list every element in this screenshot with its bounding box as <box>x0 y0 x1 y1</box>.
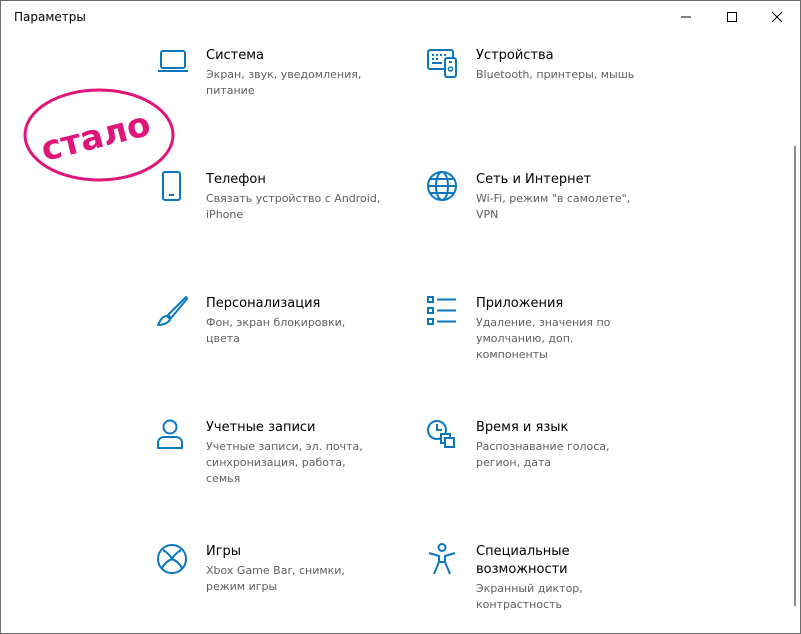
category-title: Система <box>206 48 265 63</box>
category-description: Учетные записи, эл. почта, синхронизация… <box>206 440 363 485</box>
category-description: Распознавание голоса, регион, дата <box>476 440 610 469</box>
category-title: Время и язык <box>476 420 569 435</box>
category-description: Экран, звук, уведомления, питание <box>206 68 362 97</box>
keyboard-devices-icon <box>427 49 457 78</box>
category-description: Xbox Game Bar, снимки, режим игры <box>206 564 345 593</box>
category-title: Телефон <box>206 172 266 187</box>
category-title: Сеть и Интернет <box>476 172 592 187</box>
category-time-language[interactable]: Время и язык Распознавание голоса, регио… <box>426 419 676 519</box>
minimize-button[interactable] <box>663 1 709 33</box>
category-phone[interactable]: Телефон Связать устройство с Android, iP… <box>156 171 406 271</box>
category-accounts[interactable]: Учетные записи Учетные записи, эл. почта… <box>156 419 406 519</box>
category-network[interactable]: Сеть и Интернет Wi-Fi, режим "в самолете… <box>426 171 676 271</box>
category-description: Фон, экран блокировки, цвета <box>206 316 346 345</box>
close-button[interactable] <box>754 1 800 33</box>
category-accessibility[interactable]: Специальные возможности Экранный диктор,… <box>426 543 676 633</box>
maximize-button[interactable] <box>709 1 755 33</box>
category-description: Удаление, значения по умолчанию, доп. ко… <box>476 316 611 361</box>
category-title: Приложения <box>476 296 564 311</box>
stamp-text: стало <box>37 104 154 170</box>
category-title: Игры <box>206 544 242 559</box>
settings-window: Параметры Система Экран, звук, уведомлен… <box>0 0 801 634</box>
category-apps[interactable]: Приложения Удаление, значения по умолчан… <box>426 295 676 395</box>
laptop-icon <box>158 50 188 72</box>
category-description: Bluetooth, принтеры, мышь <box>476 68 635 81</box>
minimize-icon <box>681 16 691 18</box>
category-description: Связать устройство с Android, iPhone <box>206 192 381 221</box>
accessibility-icon <box>428 543 456 575</box>
close-icon <box>771 11 783 23</box>
category-title: Персонализация <box>206 296 321 311</box>
paintbrush-icon <box>157 296 188 326</box>
category-personalization[interactable]: Персонализация Фон, экран блокировки, цв… <box>156 295 406 395</box>
time-language-icon <box>427 420 455 448</box>
category-title: Специальные возможности <box>476 544 570 577</box>
title-bar[interactable]: Параметры <box>1 1 800 33</box>
globe-icon <box>427 171 457 201</box>
window-title: Параметры <box>14 10 86 24</box>
category-gaming[interactable]: Игры Xbox Game Bar, снимки, режим игры <box>156 543 406 633</box>
category-title: Учетные записи <box>206 420 316 435</box>
category-system[interactable]: Система Экран, звук, уведомления, питани… <box>156 47 406 147</box>
user-icon <box>157 419 183 449</box>
category-description: Экранный диктор, контрастность <box>476 582 583 611</box>
maximize-icon <box>727 12 737 22</box>
category-description: Wi-Fi, режим "в самолете", VPN <box>476 192 631 221</box>
xbox-icon <box>157 544 187 574</box>
stamp-overlay: стало <box>23 88 175 182</box>
apps-list-icon <box>427 296 456 325</box>
scrollbar[interactable] <box>794 146 796 606</box>
category-devices[interactable]: Устройства Bluetooth, принтеры, мышь <box>426 47 676 147</box>
category-title: Устройства <box>476 48 554 63</box>
